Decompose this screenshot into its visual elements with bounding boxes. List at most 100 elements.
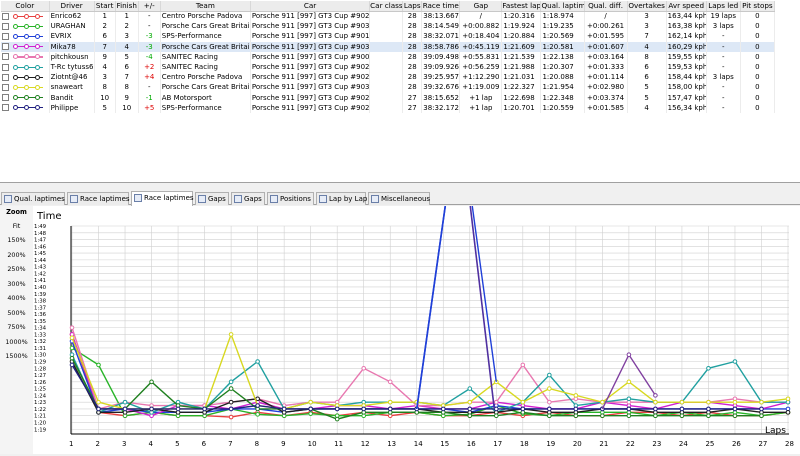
table-row[interactable]: Mika78 7 4 -3 Porsche Cars Great Britain Pors… <box>1 41 776 52</box>
series-point <box>228 386 234 391</box>
cell-qual: 1:20.559 <box>540 102 585 113</box>
zoom-level-button[interactable]: 250% <box>0 265 33 273</box>
row-checkbox[interactable] <box>2 12 9 20</box>
y-tick-label: 1:48 <box>34 231 47 237</box>
column-header[interactable]: Car <box>250 1 371 12</box>
zoom-level-button[interactable]: 750% <box>0 323 33 331</box>
zoom-level-button[interactable]: 200% <box>0 251 33 259</box>
table-row[interactable]: snaweart 8 8- Porsche Cars Great Britain Por… <box>1 82 776 93</box>
cell-qual: 1:20.307 <box>540 61 585 73</box>
row-checkbox[interactable] <box>2 73 9 81</box>
column-header[interactable]: Car class <box>369 1 404 12</box>
column-header[interactable]: Qual. diff. <box>584 1 628 12</box>
cell-led: - <box>706 92 741 103</box>
color-cell[interactable] <box>1 61 50 73</box>
table-row[interactable]: URAGHAN 2 2- Porsche Cars Great Britain Pors… <box>1 21 776 32</box>
series-point <box>732 413 738 419</box>
column-header[interactable]: +/- <box>138 1 161 12</box>
color-cell[interactable] <box>1 92 50 103</box>
column-header[interactable]: Avr speed <box>666 1 707 12</box>
column-header[interactable]: Gap <box>459 1 503 12</box>
column-header[interactable]: Overtakes <box>627 1 667 12</box>
cell-fastest: 1:21.031 <box>501 72 542 83</box>
column-header[interactable]: Team <box>160 1 251 12</box>
color-cell[interactable] <box>1 51 50 62</box>
x-tick-label: 17 <box>493 440 502 448</box>
tab-qual-laptimes[interactable]: Qual. laptimes <box>1 192 65 205</box>
column-header[interactable]: Pit stops <box>740 1 776 12</box>
column-header[interactable]: Fastest lap <box>501 1 542 12</box>
series-point <box>520 406 526 412</box>
color-cell[interactable] <box>1 21 50 32</box>
tab-miscellaneous[interactable]: Miscellaneous <box>368 192 430 205</box>
column-header[interactable]: Race time <box>421 1 461 12</box>
cell-qual: 1:22.348 <box>540 92 585 103</box>
zoom-level-button[interactable]: 1500% <box>0 352 33 360</box>
color-cell[interactable] <box>1 11 50 22</box>
zoom-level-button[interactable]: 400% <box>0 294 33 302</box>
x-tick-label: 18 <box>520 440 529 448</box>
row-checkbox[interactable] <box>2 43 9 51</box>
x-tick-label: 26 <box>732 440 741 448</box>
column-header[interactable]: Driver <box>49 1 95 12</box>
table-row[interactable]: Enrico62 1 1- Centro Porsche Padova Porsche … <box>1 11 776 22</box>
row-checkbox[interactable] <box>2 94 9 102</box>
series-point <box>732 399 738 405</box>
x-tick-label: 4 <box>149 440 154 448</box>
color-cell[interactable] <box>1 72 50 83</box>
tab-gaps[interactable]: Gaps <box>195 192 229 205</box>
series-color-swatch <box>11 33 45 40</box>
color-cell[interactable] <box>1 31 50 42</box>
series-point <box>600 413 605 419</box>
y-tick-label: 1:38 <box>34 299 47 305</box>
cell-cls <box>369 72 404 83</box>
column-header[interactable]: Laps led <box>706 1 741 12</box>
table-row[interactable]: pitchkousn 9 5 -4 SANITEC Racing Porsche 911 … <box>1 51 776 62</box>
zoom-level-button[interactable]: 150% <box>0 236 33 244</box>
row-checkbox[interactable] <box>2 63 9 71</box>
tab-positions[interactable]: Positions <box>267 192 314 205</box>
column-header[interactable]: Qual. laptime <box>540 1 585 12</box>
cell-finish: 5 <box>115 51 139 62</box>
cell-speed: 156,34 kph <box>666 102 707 113</box>
cell-pits: 0 <box>740 102 776 113</box>
row-checkbox[interactable] <box>2 83 9 91</box>
column-header[interactable]: Color <box>1 1 50 12</box>
race-results-panel: Color Driver Start Finish +/- Team Car Car clas… <box>0 0 800 183</box>
row-checkbox[interactable] <box>2 22 9 30</box>
table-row[interactable]: EVRIX 6 3 -3 SPS-Performance Porsche 911 [997… <box>1 31 776 42</box>
color-cell[interactable] <box>1 41 50 52</box>
table-row[interactable]: Ziotnt@46 3 7 +4 Centro Porsche Padova Porsch… <box>1 72 776 83</box>
color-cell[interactable] <box>1 102 50 113</box>
cell-finish: 1 <box>115 11 139 22</box>
column-header[interactable]: Finish <box>115 1 139 12</box>
table-row[interactable]: T-Rc tytuss61 4 6 +2 SANITEC Racing Porsche 9… <box>1 61 776 73</box>
tab-gaps[interactable]: Gaps <box>231 192 265 205</box>
table-row[interactable]: Philippe 5 10 +5 SPS-Performance Porsche 911 … <box>1 102 776 113</box>
row-checkbox[interactable] <box>2 53 9 61</box>
y-tick-label: 1:27 <box>34 373 46 379</box>
y-tick-label: 1:45 <box>34 251 46 257</box>
cell-driver: Mika78 <box>49 41 95 52</box>
zoom-level-button[interactable]: 1000% <box>0 338 33 346</box>
zoom-level-button[interactable]: 300% <box>0 280 33 288</box>
cell-gap: +0:18.404 <box>459 31 503 42</box>
table-row[interactable]: Bandit 10 9 -1 AB Motorsport Porsche 911 [997… <box>1 92 776 103</box>
color-cell[interactable] <box>1 82 50 93</box>
zoom-fit-button[interactable]: Fit <box>0 222 33 230</box>
tab-race-laptimes[interactable]: Race laptimes <box>131 191 194 206</box>
cell-overtakes: 8 <box>627 51 667 62</box>
column-header[interactable]: Start <box>94 1 116 12</box>
cell-finish: 6 <box>115 61 139 73</box>
cell-driver: URAGHAN <box>49 21 95 32</box>
cell-diff: +2 <box>138 61 161 73</box>
row-checkbox[interactable] <box>2 104 9 112</box>
row-checkbox[interactable] <box>2 32 9 40</box>
y-tick-label: 1:32 <box>34 339 46 345</box>
tab-race-laptimes[interactable]: Race laptimes <box>67 192 130 205</box>
cell-team: Centro Porsche Padova <box>160 72 251 83</box>
column-header[interactable]: Laps <box>402 1 423 12</box>
series-point <box>255 359 260 364</box>
zoom-level-button[interactable]: 500% <box>0 309 33 317</box>
tab-lap-by-lap[interactable]: Lap by Lap <box>316 192 367 205</box>
